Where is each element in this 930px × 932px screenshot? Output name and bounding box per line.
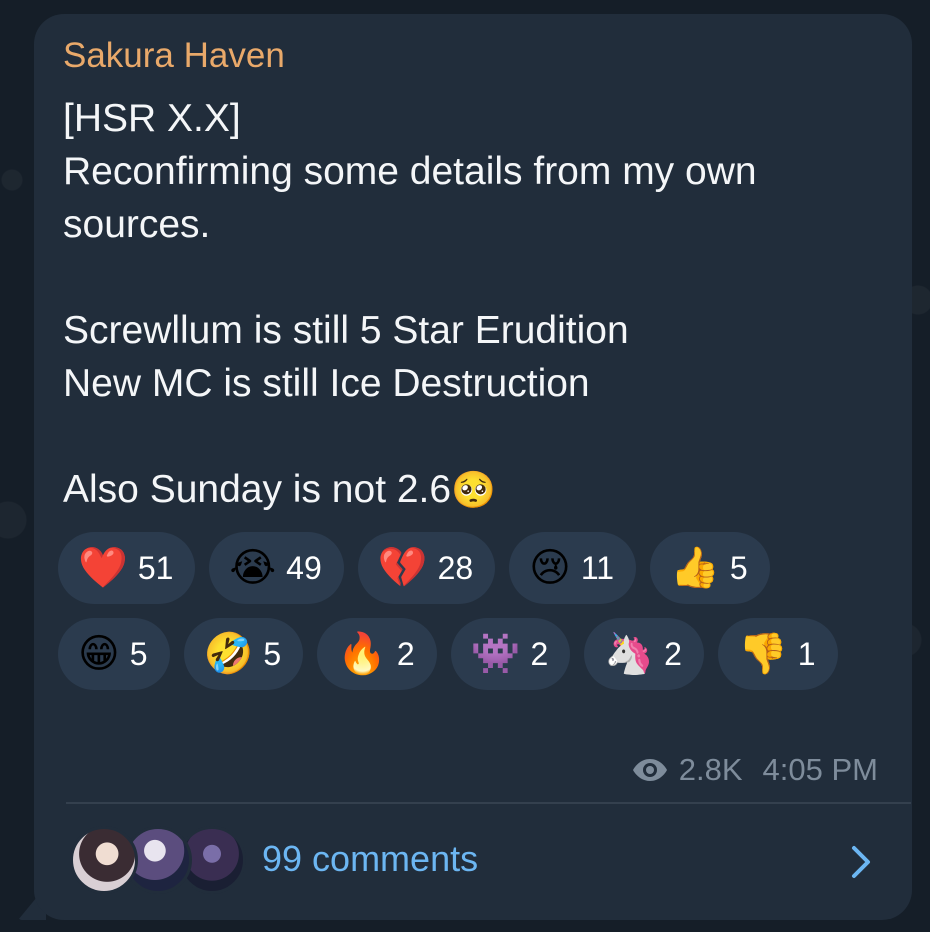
reaction-thumbs-down[interactable]: 👎 1: [717, 618, 838, 690]
reaction-rofl[interactable]: 🤣 5: [183, 618, 304, 690]
reaction-loudly-crying[interactable]: 😭 49: [209, 532, 344, 604]
reaction-count: 2: [396, 635, 415, 672]
reaction-count: 1: [797, 635, 816, 672]
chevron-right-icon[interactable]: [846, 842, 876, 882]
post-line: [HSR X.X]: [63, 97, 241, 140]
reaction-count: 2: [530, 635, 549, 672]
channel-name[interactable]: Sakura Haven: [63, 36, 285, 76]
rofl-emoji: 🤣: [203, 631, 254, 677]
reaction-grinning[interactable]: 😁 5: [58, 618, 170, 690]
view-count: 2.8K: [678, 752, 743, 787]
reaction-heart[interactable]: ❤️ 51: [58, 532, 196, 604]
unicorn-emoji: 🦄: [604, 631, 655, 677]
post-line: New MC is still Ice Destruction: [63, 362, 590, 405]
grinning-face-emoji: 😁: [78, 631, 120, 677]
reaction-count: 49: [286, 549, 322, 586]
reaction-fire[interactable]: 🔥 2: [317, 618, 437, 690]
commenter-avatars[interactable]: [70, 826, 246, 896]
alien-monster-emoji: 👾: [470, 631, 521, 677]
post-time: 4:05 PM: [762, 752, 878, 787]
reaction-count: 5: [729, 549, 748, 586]
pleading-face-emoji: 🥺: [451, 469, 496, 510]
reaction-broken-heart[interactable]: 💔 28: [357, 532, 496, 604]
reaction-count: 11: [580, 549, 615, 586]
reaction-unicorn[interactable]: 🦄 2: [584, 618, 704, 690]
heart-emoji: ❤️: [78, 545, 128, 591]
reaction-alien-monster[interactable]: 👾 2: [450, 618, 571, 690]
reactions-bar: ❤️ 51 😭 49 💔 28 😢 11 👍 5 😁 5 🤣 5 🔥 2 👾 2 🦄 2 👎 1: [58, 532, 858, 690]
thumbs-down-emoji: 👎: [737, 631, 788, 677]
avatar: [70, 826, 138, 894]
post-text: [HSR X.X] Reconfirming some details from…: [63, 92, 893, 516]
reaction-count: 28: [437, 549, 474, 586]
broken-heart-emoji: 💔: [377, 545, 428, 591]
divider: [66, 802, 911, 804]
loudly-crying-emoji: 😭: [229, 545, 277, 591]
post-meta: 2.8K 4:05 PM: [631, 752, 878, 788]
post-line-text: Also Sunday is not 2.6: [63, 468, 452, 511]
reaction-count: 51: [137, 549, 174, 586]
post-line: Reconfirming some details from my own so…: [63, 150, 757, 246]
post-line-last: Also Sunday is not 2.6🥺: [63, 463, 893, 516]
thumbs-up-emoji: 👍: [670, 545, 720, 591]
reaction-thumbs-up[interactable]: 👍 5: [650, 532, 770, 604]
post-line: Screwllum is still 5 Star Erudition: [63, 309, 629, 352]
reaction-count: 5: [263, 635, 282, 672]
crying-face-emoji: 😢: [529, 545, 571, 591]
fire-emoji: 🔥: [337, 631, 387, 677]
eye-icon: [632, 759, 667, 781]
reaction-crying[interactable]: 😢 11: [509, 532, 637, 604]
comments-link[interactable]: 99 comments: [262, 838, 478, 880]
reaction-count: 2: [664, 635, 682, 672]
reaction-count: 5: [129, 635, 148, 672]
